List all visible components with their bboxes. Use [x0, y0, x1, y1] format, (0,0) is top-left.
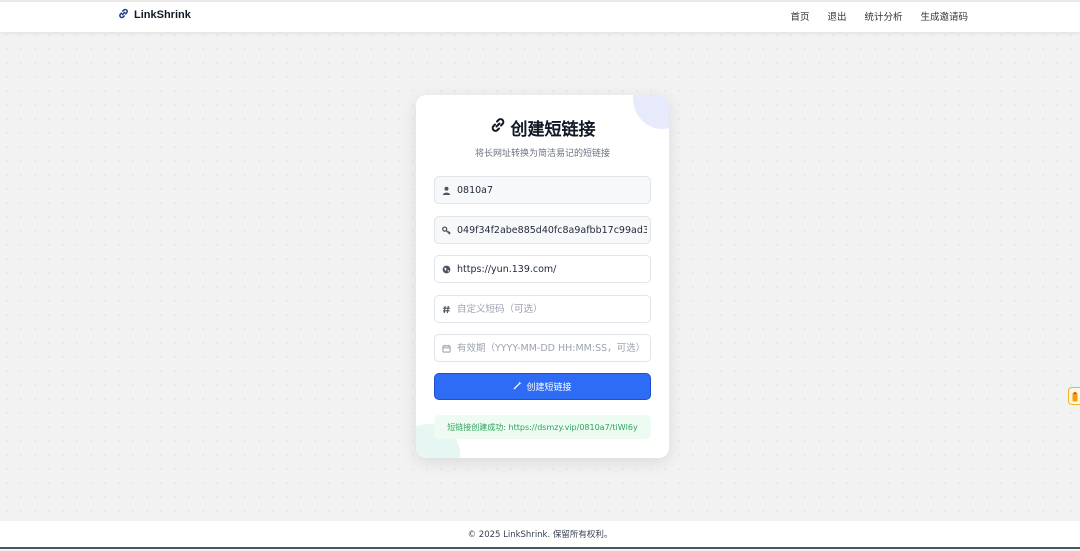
custom-code-input[interactable]	[457, 298, 647, 320]
navbar: LinkShrink 首页 退出 统计分析 生成邀请码	[0, 0, 1080, 32]
brand[interactable]: LinkShrink	[118, 8, 191, 22]
key-icon	[435, 226, 457, 235]
user-input[interactable]	[457, 179, 647, 201]
side-floating-tab[interactable]	[1068, 387, 1080, 405]
result-message[interactable]: 短链接创建成功: https://dsmzy.vip/0810a7/tiWl6y	[434, 415, 651, 439]
user-field	[434, 176, 651, 204]
link-icon	[490, 117, 506, 138]
hashtag-icon	[435, 305, 457, 314]
brand-name: LinkShrink	[134, 9, 191, 21]
expiry-input[interactable]	[457, 337, 647, 359]
magic-wand-icon	[513, 380, 523, 393]
custom-code-field	[434, 295, 651, 323]
calendar-icon	[435, 344, 457, 353]
create-link-card: 创建短链接 将长网址转换为简洁易记的短链接 0810a7 049f34f2abe…	[416, 95, 669, 458]
create-link-button-label: 创建短链接	[526, 383, 572, 393]
nav-statistics[interactable]: 统计分析	[864, 9, 902, 23]
nav-links: 首页 退出 统计分析 生成邀请码	[790, 9, 968, 23]
key-input[interactable]	[457, 219, 647, 241]
expiry-field	[434, 334, 651, 362]
url-field	[434, 255, 651, 283]
footer: © 2025 LinkShrink. 保留所有权利。	[0, 521, 1080, 549]
nav-home[interactable]: 首页	[790, 9, 809, 23]
copyright-text: © 2025 LinkShrink. 保留所有权利。	[467, 530, 613, 540]
create-link-button[interactable]: 创建短链接	[434, 373, 651, 400]
nav-logout[interactable]: 退出	[827, 9, 846, 23]
key-field	[434, 216, 651, 244]
nav-invite-code[interactable]: 生成邀请码	[920, 9, 968, 23]
link-icon	[118, 8, 129, 22]
globe-icon	[435, 265, 457, 274]
clipboard-icon	[1072, 387, 1078, 406]
card-title-text: 创建短链接	[510, 120, 596, 140]
user-icon	[435, 186, 457, 195]
url-input[interactable]	[457, 258, 647, 280]
card-title: 创建短链接	[416, 115, 669, 140]
card-subtitle: 将长网址转换为简洁易记的短链接	[474, 149, 610, 159]
